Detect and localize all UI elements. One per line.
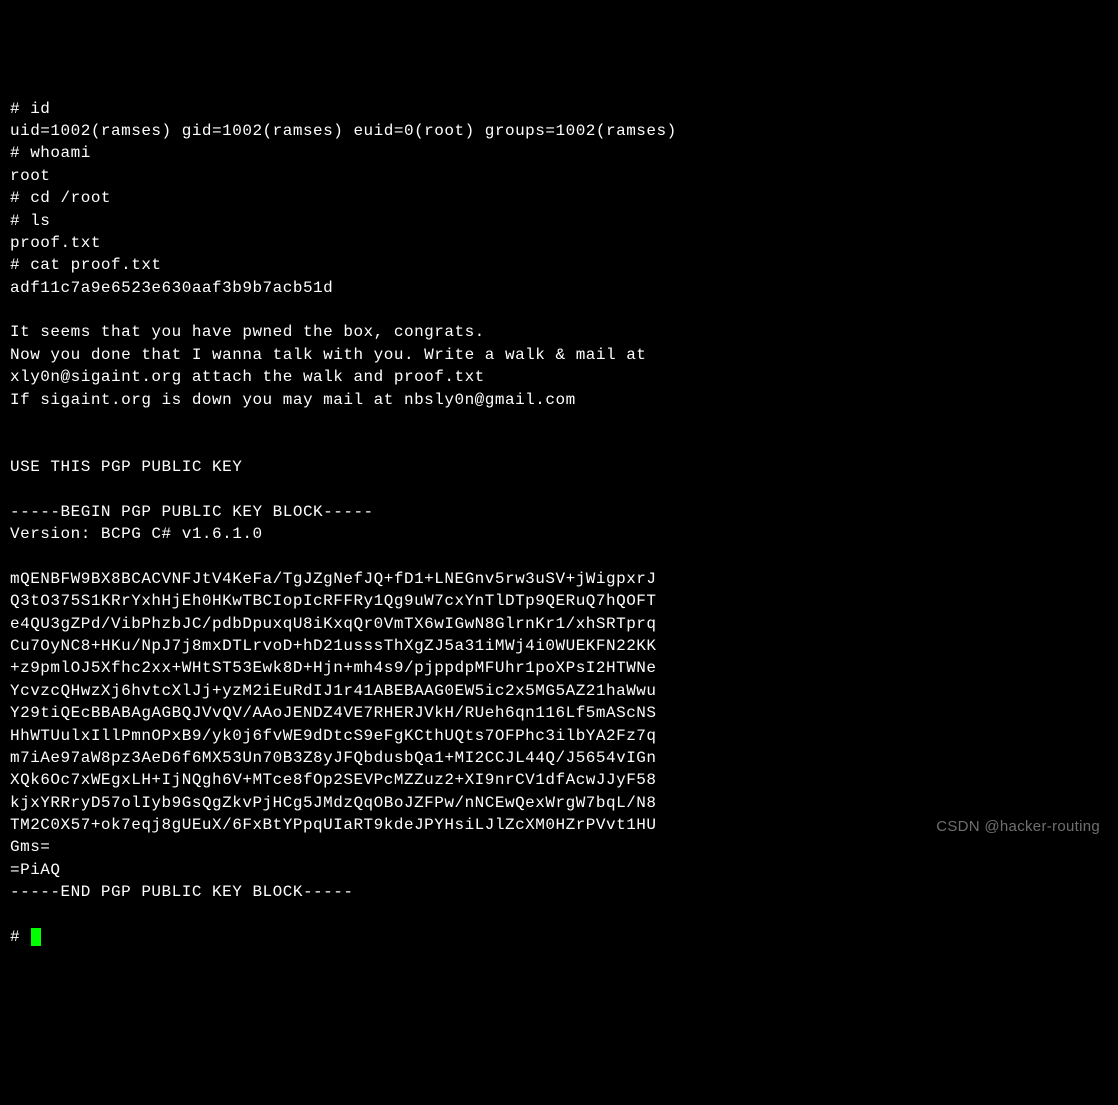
terminal-line: Now you done that I wanna talk with you.… bbox=[10, 344, 1108, 366]
terminal-line: XQk6Oc7xWEgxLH+IjNQgh6V+MTce8fOp2SEVPcMZ… bbox=[10, 769, 1108, 791]
terminal-line: =PiAQ bbox=[10, 859, 1108, 881]
terminal-line: mQENBFW9BX8BCACVNFJtV4KeFa/TgJZgNefJQ+fD… bbox=[10, 568, 1108, 590]
terminal-line bbox=[10, 545, 1108, 567]
terminal-line bbox=[10, 299, 1108, 321]
terminal-line: m7iAe97aW8pz3AeD6f6MX53Un70B3Z8yJFQbdusb… bbox=[10, 747, 1108, 769]
terminal-line: -----END PGP PUBLIC KEY BLOCK----- bbox=[10, 881, 1108, 903]
terminal-line bbox=[10, 411, 1108, 433]
terminal-line: Version: BCPG C# v1.6.1.0 bbox=[10, 523, 1108, 545]
terminal-line: # ls bbox=[10, 210, 1108, 232]
terminal-line: # whoami bbox=[10, 142, 1108, 164]
terminal-line: Gms= bbox=[10, 836, 1108, 858]
terminal-line: +z9pmlOJ5Xfhc2xx+WHtST53Ewk8D+Hjn+mh4s9/… bbox=[10, 657, 1108, 679]
terminal-line: xly0n@sigaint.org attach the walk and pr… bbox=[10, 366, 1108, 388]
terminal-line bbox=[10, 478, 1108, 500]
terminal-line: YcvzcQHwzXj6hvtcXlJj+yzM2iEuRdIJ1r41ABEB… bbox=[10, 680, 1108, 702]
cursor bbox=[31, 928, 41, 946]
terminal-line: Y29tiQEcBBABAgAGBQJVvQV/AAoJENDZ4VE7RHER… bbox=[10, 702, 1108, 724]
terminal-line: # cat proof.txt bbox=[10, 254, 1108, 276]
terminal-line bbox=[10, 904, 1108, 926]
terminal-line: uid=1002(ramses) gid=1002(ramses) euid=0… bbox=[10, 120, 1108, 142]
terminal-line: proof.txt bbox=[10, 232, 1108, 254]
terminal-line bbox=[10, 433, 1108, 455]
terminal-line: USE THIS PGP PUBLIC KEY bbox=[10, 456, 1108, 478]
terminal-line: # id bbox=[10, 98, 1108, 120]
terminal-line: -----BEGIN PGP PUBLIC KEY BLOCK----- bbox=[10, 501, 1108, 523]
terminal-line: e4QU3gZPd/VibPhzbJC/pdbDpuxqU8iKxqQr0VmT… bbox=[10, 613, 1108, 635]
terminal-line: kjxYRRryD57olIyb9GsQgZkvPjHCg5JMdzQqOBoJ… bbox=[10, 792, 1108, 814]
terminal-line: Q3tO375S1KRrYxhHjEh0HKwTBCIopIcRFFRy1Qg9… bbox=[10, 590, 1108, 612]
terminal-line: Cu7OyNC8+HKu/NpJ7j8mxDTLrvoD+hD21usssThX… bbox=[10, 635, 1108, 657]
terminal-line: # cd /root bbox=[10, 187, 1108, 209]
watermark: CSDN @hacker-routing bbox=[936, 816, 1100, 837]
terminal-line: If sigaint.org is down you may mail at n… bbox=[10, 389, 1108, 411]
prompt-symbol: # bbox=[10, 928, 29, 946]
terminal-line: adf11c7a9e6523e630aaf3b9b7acb51d bbox=[10, 277, 1108, 299]
terminal-line: It seems that you have pwned the box, co… bbox=[10, 321, 1108, 343]
terminal-line: root bbox=[10, 165, 1108, 187]
terminal-prompt-line[interactable]: # bbox=[10, 926, 1108, 948]
terminal-line: HhWTUulxIllPmnOPxB9/yk0j6fvWE9dDtcS9eFgK… bbox=[10, 725, 1108, 747]
terminal-output: # iduid=1002(ramses) gid=1002(ramses) eu… bbox=[10, 98, 1108, 926]
